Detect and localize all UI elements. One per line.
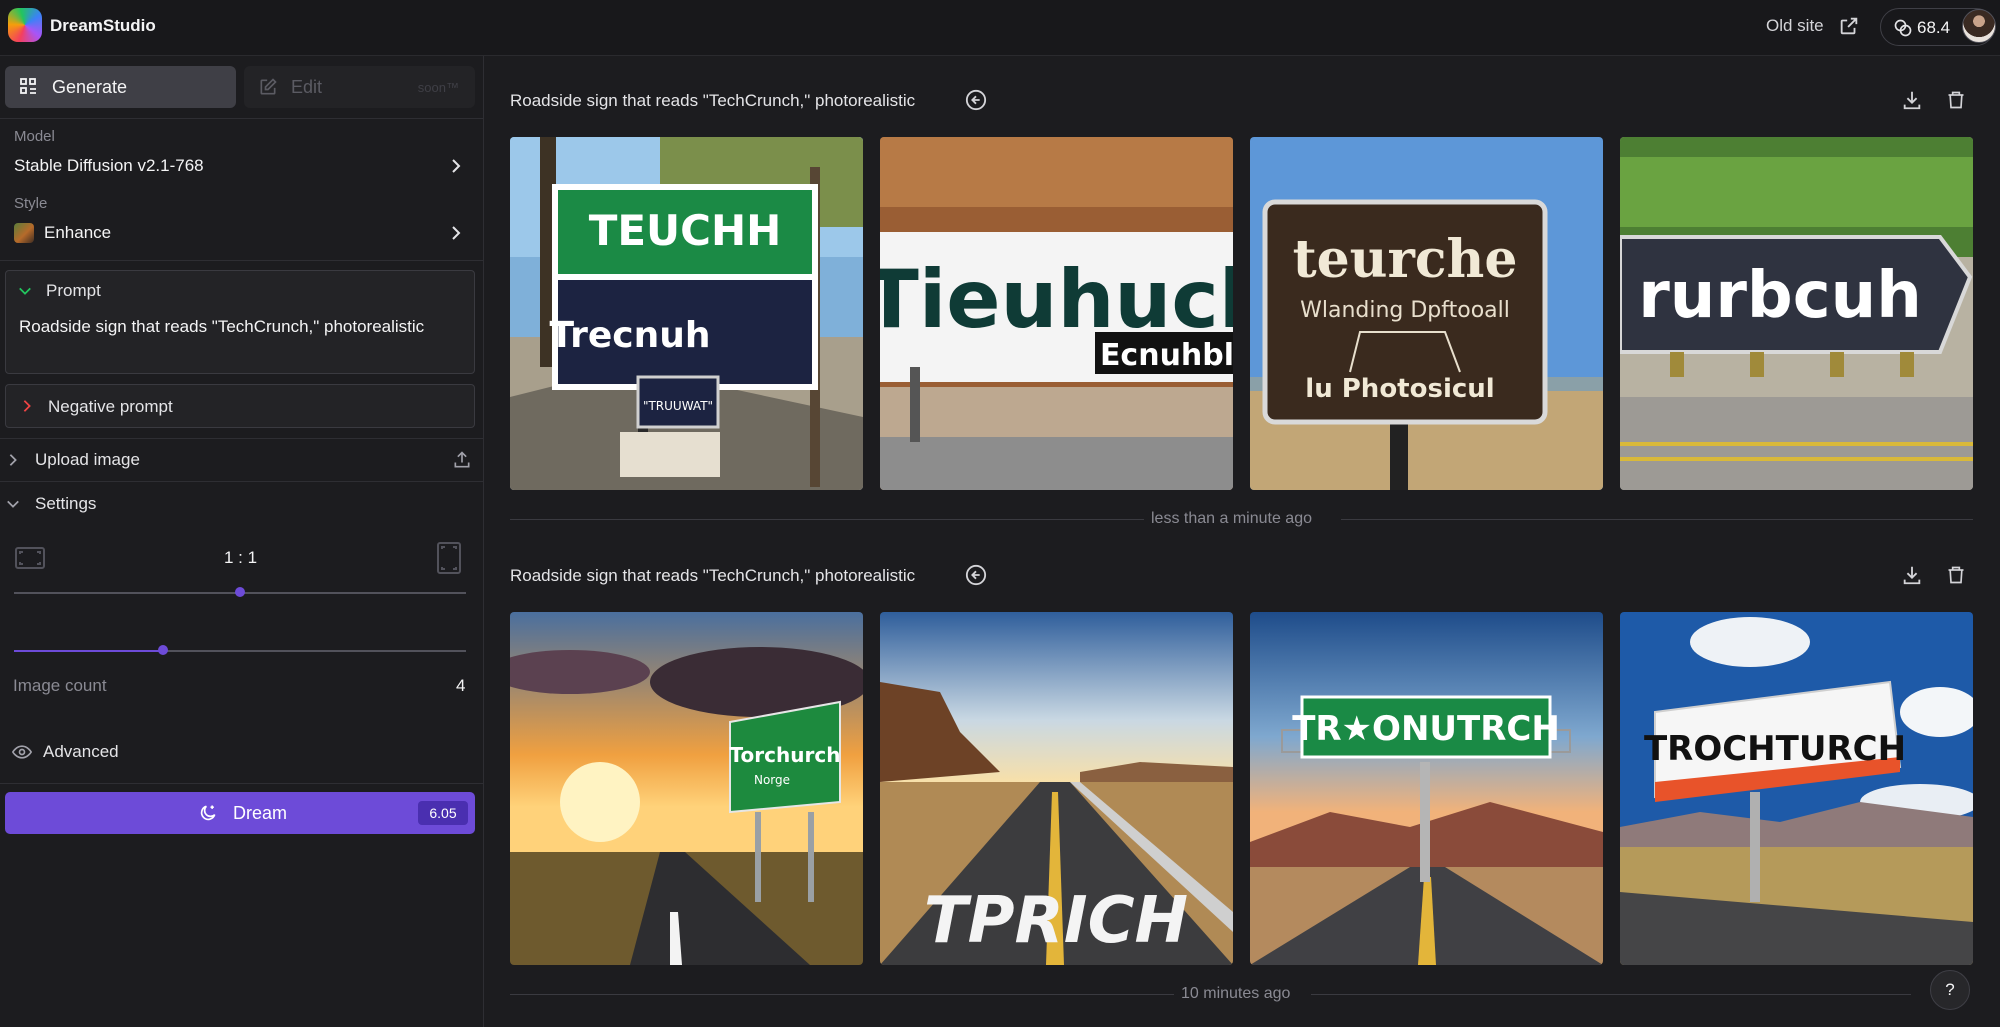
divider [1341, 519, 1973, 520]
sign-text: Torchurch [730, 743, 841, 767]
divider [0, 118, 484, 119]
model-selector[interactable]: Stable Diffusion v2.1-768 [14, 156, 204, 176]
sign-text: TR★ONUTRCH [1292, 709, 1560, 749]
sign-text: Norge [754, 773, 790, 787]
reuse-prompt-icon[interactable] [965, 89, 987, 111]
sign-text: lu Photosicul [1305, 374, 1494, 404]
chevron-right-icon[interactable] [448, 158, 464, 174]
soon-badge: soon™ [417, 80, 459, 95]
style-label: Style [14, 195, 48, 212]
user-avatar[interactable] [1962, 9, 1996, 43]
divider [0, 260, 484, 261]
old-site-link[interactable]: Old site [1766, 16, 1824, 36]
divider [0, 481, 484, 482]
sign-text: teurche [1293, 229, 1518, 290]
divider [510, 519, 1144, 520]
generation-timestamp: less than a minute ago [1151, 510, 1312, 527]
dreamstudio-logo[interactable] [8, 8, 42, 42]
generated-image[interactable]: Tieuhuch Ecnuhbl [880, 137, 1233, 490]
model-label: Model [14, 128, 55, 145]
sign-text: Wlanding Dpftooall [1300, 298, 1510, 323]
generated-image[interactable]: teurche Wlanding Dpftooall lu Photosicul [1250, 137, 1603, 490]
prompt-text[interactable]: Roadside sign that reads "TechCrunch," p… [19, 317, 424, 337]
eye-icon[interactable] [12, 744, 32, 760]
settings-toggle[interactable]: Settings [35, 494, 96, 514]
generation-prompt: Roadside sign that reads "TechCrunch," p… [510, 566, 916, 585]
tab-generate-label: Generate [52, 77, 128, 97]
app-title: DreamStudio [50, 16, 156, 35]
generated-image[interactable]: TROCHTURCH [1620, 612, 1973, 965]
aspect-ratio-value: 1 : 1 [224, 548, 258, 567]
negative-prompt-title: Negative prompt [48, 397, 173, 416]
top-bar: DreamStudio Old site 68.4 [0, 0, 2000, 56]
svg-text:"TRUUWAT": "TRUUWAT" [643, 399, 713, 413]
trash-icon[interactable] [1946, 564, 1966, 586]
advanced-toggle[interactable]: Advanced [43, 742, 119, 762]
coins-icon [1894, 19, 1912, 37]
dream-button[interactable]: Dream 6.05 [5, 792, 475, 834]
generation-timestamp: 10 minutes ago [1181, 985, 1291, 1002]
prompt-input[interactable]: Prompt Roadside sign that reads "TechCru… [5, 270, 475, 374]
aspect-ratio-slider-thumb[interactable] [235, 587, 245, 597]
generation-prompt: Roadside sign that reads "TechCrunch," p… [510, 91, 916, 110]
prompt-title: Prompt [46, 281, 101, 300]
tab-edit-label: Edit [291, 77, 323, 97]
chevron-down-icon[interactable] [18, 284, 32, 298]
tab-generate[interactable]: Generate [5, 66, 236, 108]
tab-edit: Edit soon™ [244, 66, 475, 108]
style-selector[interactable]: Enhance [44, 223, 111, 243]
grid-icon [20, 78, 36, 94]
sign-text: Ecnuhbl [1100, 338, 1233, 373]
help-button[interactable]: ? [1930, 970, 1970, 1010]
chevron-down-icon[interactable] [6, 497, 20, 511]
credits-value: 68.4 [1917, 18, 1951, 37]
sign-text: Trecnuh [550, 315, 711, 356]
generated-image[interactable]: rurbcuh [1620, 137, 1973, 490]
divider [0, 438, 484, 439]
sign-text: rurbcuh [1638, 259, 1922, 333]
image-count-value: 4 [456, 676, 466, 695]
upload-image-toggle[interactable]: Upload image [35, 450, 140, 470]
style-thumbnail [14, 223, 34, 243]
chevron-right-icon[interactable] [448, 225, 464, 241]
download-icon[interactable] [1901, 564, 1923, 586]
portrait-aspect-icon[interactable] [436, 541, 462, 575]
image-count-label: Image count [13, 676, 107, 695]
negative-prompt-toggle[interactable]: Negative prompt [5, 384, 475, 428]
sign-text: TROCHTURCH [1644, 729, 1906, 769]
divider [0, 783, 484, 784]
sidebar: Generate Edit soon™ Model Stable Diffusi… [0, 56, 484, 1027]
sign-text: TEUCHH [589, 206, 782, 255]
landscape-aspect-icon[interactable] [14, 546, 46, 570]
chevron-right-icon [23, 400, 31, 412]
dream-button-label: Dream [233, 803, 288, 823]
trash-icon[interactable] [1946, 89, 1966, 111]
sign-text: TPRICH [924, 884, 1188, 958]
generated-image[interactable]: TEUCHH Trecnuh "TRUUWAT" [510, 137, 863, 490]
dream-cost-badge: 6.05 [418, 801, 468, 825]
upload-icon[interactable] [452, 450, 472, 470]
generated-image[interactable]: TPRICH [880, 612, 1233, 965]
generated-image[interactable]: Torchurch Norge [510, 612, 863, 965]
generated-image[interactable]: TR★ONUTRCH [1250, 612, 1603, 965]
external-link-icon[interactable] [1838, 15, 1860, 37]
download-icon[interactable] [1901, 89, 1923, 111]
moon-icon [200, 805, 216, 821]
edit-icon [260, 78, 277, 95]
image-count-slider-fill [14, 650, 164, 652]
divider [510, 994, 1174, 995]
chevron-right-icon[interactable] [6, 453, 20, 467]
image-count-slider-thumb[interactable] [158, 645, 169, 655]
divider [1311, 994, 1911, 995]
reuse-prompt-icon[interactable] [965, 564, 987, 586]
